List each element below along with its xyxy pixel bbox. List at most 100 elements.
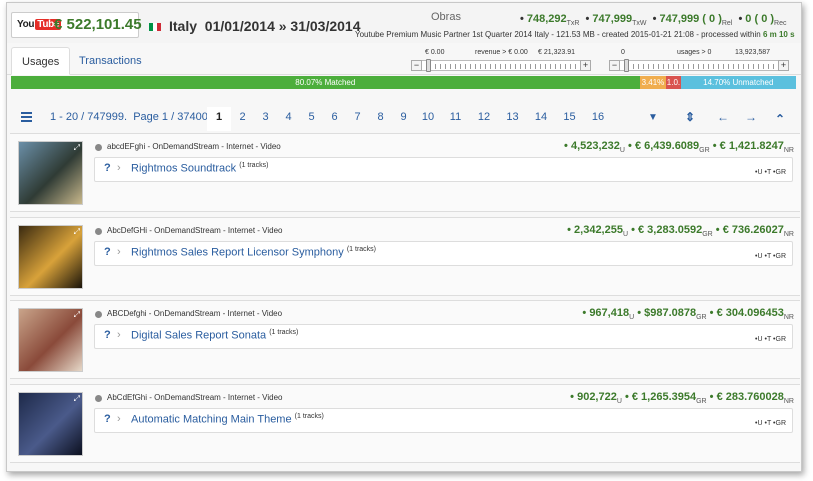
track-count: (1 tracks) xyxy=(239,162,269,169)
gross-revenue: € 1,265.3954 xyxy=(631,391,697,403)
usages-increase-button[interactable]: + xyxy=(778,60,789,71)
expand-icon[interactable]: ⤢ xyxy=(74,227,80,237)
work-title-text[interactable]: Rightmos Sales Report Licensor Symphony xyxy=(131,247,344,259)
work-title-text[interactable]: Automatic Matching Main Theme xyxy=(131,414,292,426)
page-number-2[interactable]: 2 xyxy=(231,107,254,131)
page-number-3[interactable]: 3 xyxy=(254,107,277,131)
collapse-up-icon[interactable]: ⌃ xyxy=(775,112,785,126)
page-number-15[interactable]: 15 xyxy=(555,107,584,131)
page-number-7[interactable]: 7 xyxy=(346,107,369,131)
page-number-4[interactable]: 4 xyxy=(277,107,300,131)
work-title[interactable]: Rightmos Sales Report Licensor Symphony … xyxy=(131,246,376,259)
work-title[interactable]: Automatic Matching Main Theme (1 tracks) xyxy=(131,413,324,426)
usage-count: 2,342,255 xyxy=(574,224,623,236)
work-detail: ? › Automatic Matching Main Theme (1 track… xyxy=(94,408,793,433)
revenue-filter-slider[interactable]: € 0.00 revenue > € 0.00 € 21,323.91 − + xyxy=(411,49,591,75)
flag-gr: GR xyxy=(775,253,787,260)
usages-decrease-button[interactable]: − xyxy=(609,60,620,71)
source-line: AbCdEfGhi - OnDemandStream - Internet - … xyxy=(107,393,283,402)
page-number-11[interactable]: 11 xyxy=(441,107,470,131)
page-number-12[interactable]: 12 xyxy=(470,107,498,131)
usage-count: 967,418 xyxy=(589,307,630,319)
progress-segment: 14.70% Unmatched xyxy=(680,76,796,89)
track-count: (1 tracks) xyxy=(294,413,324,420)
expand-icon[interactable]: ⤢ xyxy=(74,394,80,404)
help-icon[interactable]: ? xyxy=(104,246,111,258)
video-thumbnail[interactable]: ⤢ xyxy=(18,392,83,456)
video-thumbnail[interactable]: ⤢ xyxy=(18,141,83,205)
flag-t: T xyxy=(766,420,772,427)
chevron-right-icon[interactable]: › xyxy=(117,329,121,341)
processing-duration: 6 m 10 s xyxy=(762,30,795,39)
usage-row: ⤢ AbCdEfGhi - OnDemandStream - Internet -… xyxy=(10,384,800,463)
source-line: ABCDefghi - OnDemandStream - Internet - … xyxy=(107,309,283,318)
revenue-slider-track[interactable]: − + xyxy=(411,59,591,72)
work-title[interactable]: Rightmos Soundtrack (1 tracks) xyxy=(131,162,268,175)
usages-slider-track[interactable]: − + xyxy=(609,59,789,72)
revenue-decrease-button[interactable]: − xyxy=(411,60,422,71)
slider-ticks xyxy=(628,64,776,69)
revenue-increase-button[interactable]: + xyxy=(580,60,591,71)
progress-segment: 80.07% Matched xyxy=(11,76,640,89)
work-detail: ? › Digital Sales Report Sonata (1 tracks)… xyxy=(94,324,793,349)
net-revenue: € 283.760028 xyxy=(716,391,784,403)
chevron-right-icon[interactable]: › xyxy=(117,246,121,258)
page-number-8[interactable]: 8 xyxy=(369,107,392,131)
page-info: 1 - 20 / 747999. Page 1 / 37400 xyxy=(50,111,208,123)
revenue-min-label: € 0.00 xyxy=(425,49,445,56)
help-icon[interactable]: ? xyxy=(104,329,111,341)
page-number-9[interactable]: 9 xyxy=(392,107,415,131)
flag-gr: GR xyxy=(775,169,787,176)
gross-revenue: $987.0878 xyxy=(644,307,697,319)
usage-row: ⤢ ABCDefghi - OnDemandStream - Internet -… xyxy=(10,300,800,379)
page-number-16[interactable]: 16 xyxy=(584,107,612,131)
flag-u: U xyxy=(757,420,763,427)
previous-page-icon[interactable]: ← xyxy=(717,110,729,124)
tab-usages[interactable]: Usages xyxy=(11,47,71,75)
source-line: abcdEFghi - OnDemandStream - Internet - … xyxy=(107,142,281,151)
page-number-10[interactable]: 10 xyxy=(415,107,441,131)
next-page-icon[interactable]: → xyxy=(745,110,757,124)
filter-icon[interactable]: ▼ xyxy=(648,112,658,123)
help-icon[interactable]: ? xyxy=(104,413,111,425)
rel-count: 747,999 xyxy=(659,13,700,25)
video-thumbnail[interactable]: ⤢ xyxy=(18,308,83,372)
usage-row: ⤢ AbcDefGHi - OnDemandStream - Internet -… xyxy=(10,217,800,296)
usage-sub: U xyxy=(619,147,625,155)
work-title-text[interactable]: Rightmos Soundtrack xyxy=(131,163,236,175)
page-number-13[interactable]: 13 xyxy=(498,107,527,131)
expand-icon[interactable]: ⤢ xyxy=(74,310,80,320)
usages-filter-slider[interactable]: 0 usages > 0 13,923,587 − + xyxy=(609,49,789,75)
list-view-icon[interactable] xyxy=(21,112,32,122)
tab-transactions[interactable]: Transactions xyxy=(69,47,152,75)
flag-t: T xyxy=(766,169,772,176)
chevron-right-icon[interactable]: › xyxy=(117,162,121,174)
flag-u: U xyxy=(757,169,763,176)
page-number-5[interactable]: 5 xyxy=(300,107,323,131)
report-panel: You Tube € 522,101.45 Italy 01/01/2014 » … xyxy=(6,2,802,472)
gross-sub: GR xyxy=(699,147,710,155)
page-count: Page 1 / 37400 xyxy=(133,111,208,123)
help-icon[interactable]: ? xyxy=(104,162,111,174)
usages-filter-label: usages > 0 xyxy=(677,49,712,56)
page-number-6[interactable]: 6 xyxy=(323,107,346,131)
net-sub: NR xyxy=(783,314,794,322)
date-range: 01/01/2014 » 31/03/2014 xyxy=(204,18,361,34)
chevron-right-icon[interactable]: › xyxy=(117,413,121,425)
video-thumbnail[interactable]: ⤢ xyxy=(18,225,83,289)
page-number-1[interactable]: 1 xyxy=(207,107,231,131)
page-number-14[interactable]: 14 xyxy=(527,107,555,131)
work-title[interactable]: Digital Sales Report Sonata (1 tracks) xyxy=(131,329,298,342)
pagination-bar: 1 - 20 / 747999. Page 1 / 37400 12345678… xyxy=(7,107,801,131)
gross-sub: GR xyxy=(696,314,707,322)
transaction-stats: • 748,292TxR • 747,999TxW • 747,999 ( 0 )Re… xyxy=(520,13,787,28)
status-dot-icon xyxy=(95,228,102,235)
sort-icon[interactable]: ⇕ xyxy=(685,110,695,124)
flag-gr: GR xyxy=(775,420,787,427)
total-revenue-box: You Tube € 522,101.45 xyxy=(11,12,142,38)
revenue-slider-handle[interactable] xyxy=(426,59,431,72)
usages-slider-handle[interactable] xyxy=(624,59,629,72)
expand-icon[interactable]: ⤢ xyxy=(74,143,80,153)
work-title-text[interactable]: Digital Sales Report Sonata xyxy=(131,330,266,342)
work-detail: ? › Rightmos Sales Report Licensor Symphon… xyxy=(94,241,793,266)
